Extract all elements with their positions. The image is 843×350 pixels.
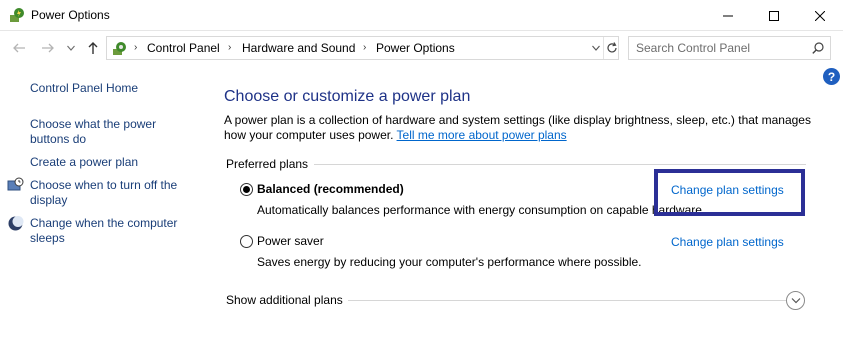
control-panel-icon — [111, 40, 129, 57]
moon-icon — [7, 215, 24, 232]
display-clock-icon — [7, 177, 24, 194]
search-box[interactable]: Search Control Panel — [628, 36, 831, 60]
up-arrow-icon — [88, 42, 98, 54]
forward-button[interactable] — [37, 37, 59, 59]
breadcrumb-separator-icon[interactable]: › — [363, 42, 366, 53]
breadcrumb-control-panel[interactable]: Control Panel — [147, 41, 220, 55]
plan-description-balanced: Automatically balances performance with … — [257, 203, 706, 217]
preferred-plans-label: Preferred plans — [226, 157, 315, 171]
breadcrumb-hardware-and-sound[interactable]: Hardware and Sound — [242, 41, 355, 55]
chevron-down-icon — [791, 298, 800, 304]
learn-more-link[interactable]: Tell me more about power plans — [397, 128, 567, 142]
up-button[interactable] — [82, 37, 104, 59]
forward-arrow-icon — [42, 43, 54, 53]
plan-radio-power-saver[interactable] — [240, 235, 253, 248]
minimize-icon — [723, 15, 733, 16]
close-button[interactable] — [797, 0, 843, 31]
recent-locations-button[interactable] — [60, 37, 82, 59]
chevron-down-icon — [592, 45, 600, 51]
refresh-button[interactable] — [603, 37, 619, 59]
plan-name-power-saver[interactable]: Power saver — [257, 234, 324, 248]
search-icon[interactable] — [812, 42, 824, 54]
maximize-icon — [769, 10, 779, 21]
refresh-icon — [606, 42, 617, 53]
help-button[interactable]: ? — [823, 68, 840, 85]
address-history-button[interactable] — [589, 37, 603, 59]
additional-plans-divider — [348, 300, 786, 301]
sidebar-item-turn-off-display[interactable]: Choose when to turn off the display — [30, 178, 190, 208]
search-input[interactable]: Search Control Panel — [636, 41, 750, 55]
sidebar-item-power-buttons[interactable]: Choose what the power buttons do — [30, 117, 180, 147]
page-description: A power plan is a collection of hardware… — [224, 113, 814, 143]
breadcrumb-separator-icon[interactable]: › — [228, 42, 231, 53]
breadcrumb-separator-icon[interactable]: › — [134, 42, 137, 53]
plan-description-power-saver: Saves energy by reducing your computer's… — [257, 255, 642, 269]
close-icon — [815, 10, 825, 21]
minimize-button[interactable] — [705, 0, 751, 31]
page-title: Choose or customize a power plan — [224, 88, 471, 105]
window-title: Power Options — [31, 8, 110, 22]
plan-name-balanced[interactable]: Balanced (recommended) — [257, 182, 404, 196]
maximize-button[interactable] — [751, 0, 797, 31]
sidebar-item-create-power-plan[interactable]: Create a power plan — [30, 155, 190, 170]
sidebar-item-control-panel-home[interactable]: Control Panel Home — [30, 81, 190, 96]
title-bar: Power Options — [0, 0, 843, 31]
change-plan-settings-balanced-link[interactable]: Change plan settings — [671, 183, 784, 197]
chevron-down-icon — [67, 45, 75, 51]
change-plan-settings-power-saver-link[interactable]: Change plan settings — [671, 235, 784, 249]
power-options-icon — [9, 7, 26, 24]
breadcrumb-power-options[interactable]: Power Options — [376, 41, 455, 55]
address-bar[interactable]: › Control Panel › Hardware and Sound › P… — [106, 36, 619, 60]
expand-button[interactable] — [786, 291, 805, 310]
back-arrow-icon — [13, 43, 25, 53]
sidebar-item-computer-sleeps[interactable]: Change when the computer sleeps — [30, 216, 190, 246]
show-additional-plans-label[interactable]: Show additional plans — [226, 293, 343, 307]
back-button[interactable] — [8, 37, 30, 59]
help-icon: ? — [827, 69, 836, 84]
plan-radio-balanced[interactable] — [240, 183, 253, 196]
